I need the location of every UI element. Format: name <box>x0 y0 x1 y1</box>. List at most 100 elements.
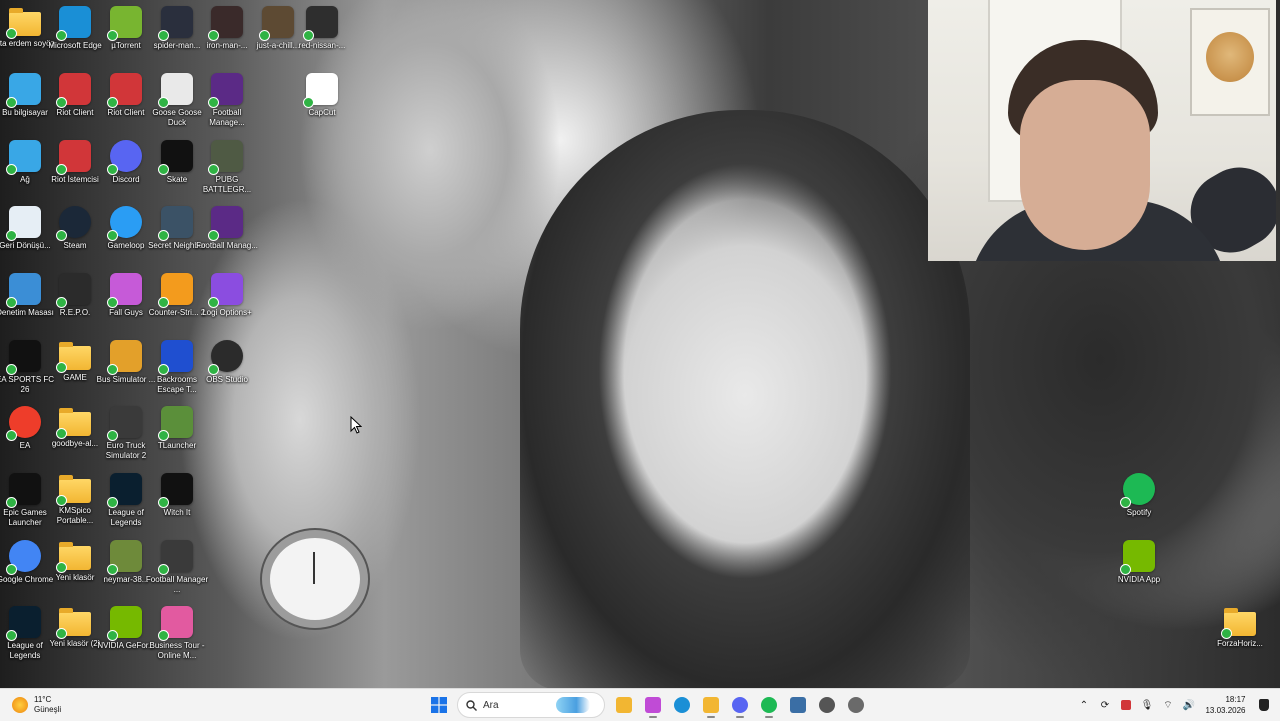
sync-check-icon <box>1221 628 1232 639</box>
sync-check-icon <box>303 97 314 108</box>
desktop-icon[interactable]: CapCut <box>289 73 355 118</box>
app-icon <box>789 697 806 713</box>
video-thumb-icon <box>158 6 193 41</box>
pinned-apps <box>609 692 870 718</box>
desktop-icon[interactable]: Witch It <box>144 473 210 518</box>
ea-fc-icon <box>6 340 41 375</box>
sync-check-icon <box>6 164 17 175</box>
taskbar-file-explorer-button[interactable] <box>698 692 724 718</box>
notification-icon[interactable] <box>1256 697 1272 713</box>
sync-check-icon <box>158 97 169 108</box>
sync-check-icon <box>208 297 219 308</box>
desktop-icon[interactable]: Business Tour - Online M... <box>144 606 210 661</box>
microphone-icon[interactable]: 🎙 <box>1139 697 1155 713</box>
sync-check-icon <box>6 430 17 441</box>
desktop-icon[interactable]: Football Manage... <box>194 73 260 128</box>
taskbar-app-button[interactable] <box>785 692 811 718</box>
backrooms-icon <box>158 340 193 375</box>
sync-check-icon <box>158 230 169 241</box>
steam-icon <box>818 697 835 713</box>
wifi-icon[interactable]: ⌔ <box>1160 697 1176 713</box>
repo-icon <box>56 273 91 308</box>
desktop-icon[interactable]: TLauncher <box>144 406 210 451</box>
league-icon <box>6 606 41 641</box>
clock[interactable]: 18:17 13.03.2026 <box>1205 694 1245 716</box>
taskbar-steam-button[interactable] <box>814 692 840 718</box>
volume-icon[interactable]: 🔊 <box>1181 697 1197 713</box>
sync-check-icon <box>6 297 17 308</box>
edge-icon <box>673 697 690 713</box>
sync-check-icon <box>107 30 118 41</box>
epic-games-icon <box>6 473 41 508</box>
taskbar-discord-button[interactable] <box>727 692 753 718</box>
desktop-icon[interactable]: Logi Options+ <box>194 273 260 318</box>
football-manager-icon <box>208 73 243 108</box>
desktop-icon[interactable]: ForzaHoriz... <box>1207 606 1273 649</box>
sync-check-icon <box>208 364 219 375</box>
sync-check-icon <box>158 30 169 41</box>
chevron-up-icon[interactable]: ⌃ <box>1076 697 1092 713</box>
obs-icon <box>208 340 243 375</box>
sync-check-icon <box>6 364 17 375</box>
taskbar-spotify-button[interactable] <box>756 692 782 718</box>
sync-check-icon <box>208 230 219 241</box>
clock-date: 13.03.2026 <box>1205 706 1246 715</box>
desktop-icon[interactable]: Football Manager ... <box>144 540 210 595</box>
folder-icon <box>1221 608 1256 639</box>
desktop-icon[interactable]: OBS Studio <box>194 340 260 385</box>
sync-check-icon <box>6 28 17 39</box>
discord-icon <box>107 140 142 175</box>
recycle-bin-icon <box>6 206 41 241</box>
weather-desc: Güneşli <box>34 705 62 714</box>
sync-icon[interactable]: ⟳ <box>1097 697 1113 713</box>
gameloop-icon <box>107 206 142 241</box>
euro-truck-icon <box>107 406 142 441</box>
dog-poster-image <box>1206 32 1254 82</box>
weather-temp: 11°C <box>34 695 52 704</box>
discord-icon <box>731 697 748 713</box>
video-thumb-icon <box>303 6 338 41</box>
sync-check-icon <box>1120 497 1131 508</box>
weather-widget[interactable]: 11°C Güneşli <box>12 692 61 718</box>
sync-check-icon <box>158 364 169 375</box>
windows-logo-icon <box>430 697 447 713</box>
sync-check-icon <box>56 628 67 639</box>
desktop-icon-label: PUBG BATTLEGR... <box>202 175 252 194</box>
taskbar-edge-button[interactable] <box>669 692 695 718</box>
taskbar-search[interactable]: Ara <box>457 692 605 718</box>
desktop-icon-label: ForzaHoriz... <box>1217 639 1263 648</box>
riot-tray-icon[interactable] <box>1118 697 1134 713</box>
webcam-person-face <box>1020 80 1150 250</box>
desktop-icon[interactable]: PUBG BATTLEGR... <box>194 140 260 195</box>
taskbar-copilot-button[interactable] <box>640 692 666 718</box>
nvidia-icon <box>1120 540 1155 575</box>
riot-client-icon <box>56 140 91 175</box>
network-icon <box>6 140 41 175</box>
pubg-icon <box>208 140 243 175</box>
desktop-icon-label: Business Tour - Online M... <box>149 641 205 660</box>
settings-icon <box>847 697 864 713</box>
desktop-icon[interactable]: Football Manag... <box>194 206 260 251</box>
taskbar: 11°C Güneşli Ara ⌃ ⟳ 🎙 ⌔ 🔊 18:17 13.03.2… <box>0 688 1280 721</box>
wallpaper-watch <box>262 530 368 628</box>
taskbar-settings-button[interactable] <box>843 692 869 718</box>
counter-strike-icon <box>158 273 193 308</box>
skate-icon <box>158 140 193 175</box>
sync-check-icon <box>56 230 67 241</box>
tlauncher-icon <box>158 406 193 441</box>
desktop-icon[interactable]: NVIDIA App <box>1106 540 1172 585</box>
sync-check-icon <box>6 97 17 108</box>
sync-check-icon <box>107 497 118 508</box>
desktop-icon-label: Logi Options+ <box>202 308 252 317</box>
desktop-icon[interactable]: Spotify <box>1106 473 1172 518</box>
logi-icon <box>208 273 243 308</box>
secret-neighbor-icon <box>158 206 193 241</box>
sync-check-icon <box>158 564 169 575</box>
sync-check-icon <box>107 164 118 175</box>
start-button[interactable] <box>426 692 452 718</box>
sync-check-icon <box>107 630 118 641</box>
desktop-icon[interactable]: red-nissan-... <box>289 6 355 51</box>
taskbar-file-manager-button[interactable] <box>611 692 637 718</box>
folder-icon <box>6 8 41 39</box>
sync-check-icon <box>158 630 169 641</box>
